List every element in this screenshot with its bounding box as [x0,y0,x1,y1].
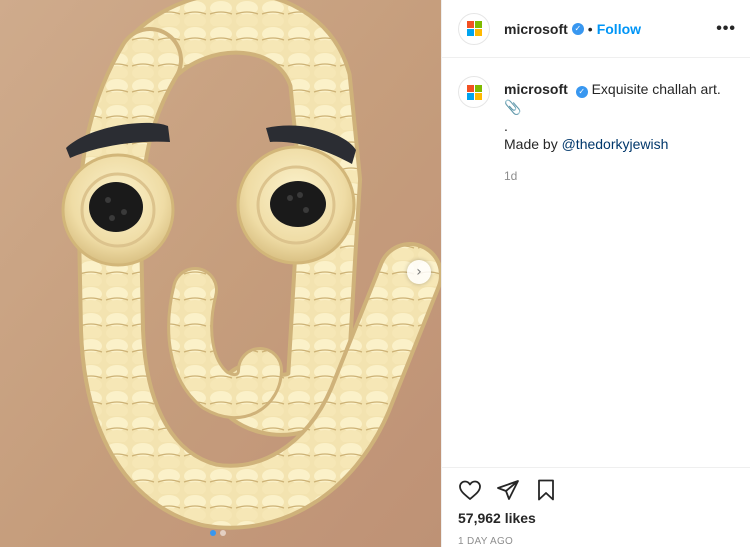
microsoft-logo-icon [466,84,482,100]
verified-badge-icon: ✓ [575,86,588,98]
caption-text: Exquisite challah art. [591,81,721,97]
next-image-button[interactable]: › [407,260,431,284]
challah-clippy-photo [0,0,441,547]
right-pupil [270,181,326,227]
made-by-text: Made by [504,136,562,152]
separator: • [587,20,593,37]
bookmark-icon[interactable] [534,478,558,502]
post-sidebar: microsoft ✓ • Follow ••• microsoft ✓ Exq… [441,0,750,547]
chevron-right-icon: › [416,264,422,280]
carousel-dot [220,530,226,536]
post-actions: 57,962 likes 1 DAY AGO [442,467,750,547]
post-header: microsoft ✓ • Follow ••• [442,0,750,58]
left-pupil [89,182,143,232]
follow-button[interactable]: Follow [597,21,641,37]
microsoft-logo-icon [466,21,482,36]
header-username[interactable]: microsoft [504,21,568,37]
paperclip-emoji-icon: 📎 [504,100,522,116]
avatar[interactable] [458,12,490,45]
heart-icon[interactable] [458,478,482,502]
like-count[interactable]: 57,962 likes [458,510,735,526]
more-options-button[interactable]: ••• [716,20,736,38]
avatar[interactable] [458,76,490,108]
post-date[interactable]: 1 DAY AGO [458,536,735,547]
post-caption: microsoft ✓ Exquisite challah art. 📎 . M… [442,58,750,185]
share-icon[interactable] [496,478,520,502]
mention-link[interactable]: @thedorkyjewish [562,136,669,152]
caption-username[interactable]: microsoft [504,81,568,97]
caption-timestamp[interactable]: 1d [504,167,734,185]
caption-line-dot: . [504,118,508,134]
post-image[interactable]: › [0,0,441,547]
carousel-dots [210,530,226,536]
carousel-dot [210,530,216,536]
verified-badge-icon: ✓ [571,22,584,35]
